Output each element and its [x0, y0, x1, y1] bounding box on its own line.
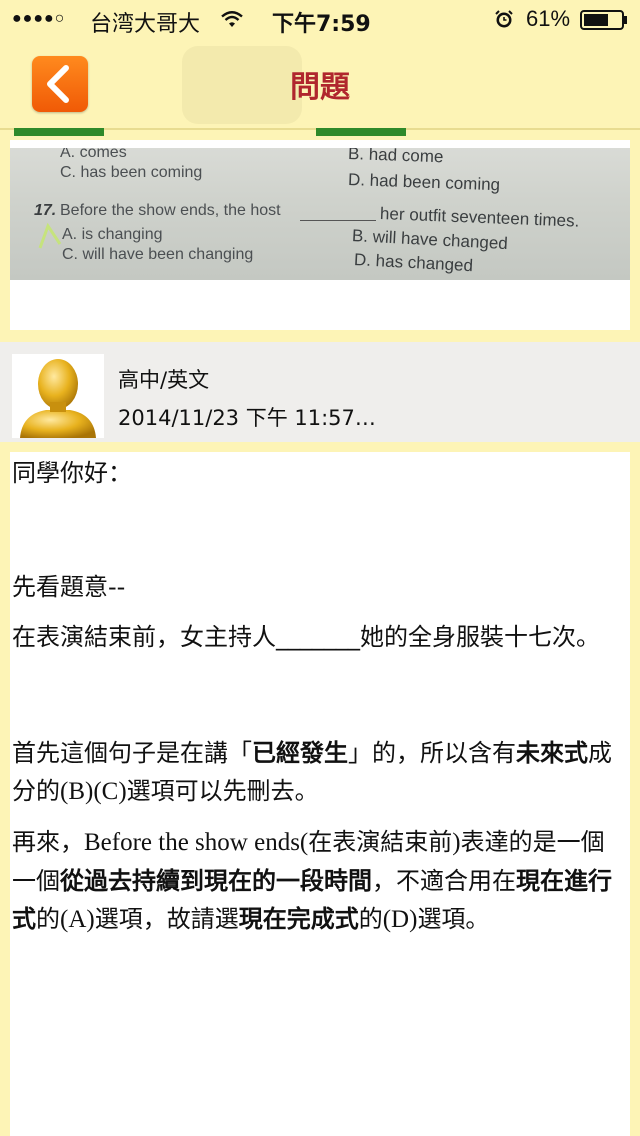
- wifi-icon: [221, 11, 243, 27]
- author-row: 高中/英文 2014/11/23 下午 11:57…: [0, 342, 640, 442]
- text-segment: 」的，所以含有: [348, 739, 516, 767]
- tab-indicator-right[interactable]: [316, 128, 406, 136]
- text-segment: 的: [358, 905, 383, 933]
- text-segment: 選項。: [417, 905, 490, 933]
- avatar[interactable]: [12, 354, 104, 438]
- text-segment: 再來，: [12, 828, 84, 856]
- nav-bar: 問題: [0, 40, 640, 130]
- answer-intro: 先看題意--: [12, 573, 126, 601]
- text-segment: 的: [36, 905, 60, 933]
- answer-card: 同學你好： 先看題意-- 在表演結束前，女主持人_______她的全身服裝十七次…: [10, 452, 630, 1136]
- question-number: 17.: [34, 202, 57, 219]
- question-option: B. will have changed: [351, 226, 509, 254]
- answer-greeting: 同學你好：: [12, 459, 132, 487]
- text-segment: (B)(C): [60, 778, 127, 805]
- battery-percentage: 61%: [526, 6, 571, 31]
- carrier-name: 台湾大哥大: [90, 12, 201, 37]
- clock: 下午7:59: [272, 12, 371, 37]
- pencil-mark-icon: [38, 222, 62, 249]
- text-segment: 選項可以先刪去。: [126, 777, 319, 805]
- emphasis-text: 現在完成式: [238, 905, 359, 933]
- emphasis-text: 已經發生: [252, 739, 348, 767]
- page-title: 問題: [290, 70, 350, 105]
- question-photo[interactable]: A. comes C. has been coming 17. Before t…: [10, 148, 630, 280]
- user-silhouette-icon: [20, 359, 96, 438]
- battery-icon: [580, 10, 627, 30]
- question-stem-end: her outfit seventeen times.: [379, 204, 580, 231]
- text-segment: Before the show ends(: [84, 829, 309, 856]
- question-option: D. has changed: [353, 250, 474, 276]
- emphasis-text: 未來式: [516, 739, 588, 767]
- emphasis-text: 從過去持續到現在的一段時間: [60, 867, 372, 895]
- alarm-clock-icon: [495, 10, 513, 28]
- signal-strength: ●●●●○: [12, 10, 66, 27]
- text-segment: 在表演結束前: [308, 828, 453, 856]
- answer-body: 同學你好： 先看題意-- 在表演結束前，女主持人_______她的全身服裝十七次…: [12, 454, 628, 939]
- text-segment: 首先這個句子是在講「: [12, 739, 252, 767]
- question-option: C. has been coming: [60, 164, 203, 181]
- text-segment: ，不適合用在: [372, 867, 516, 895]
- question-option: B. had come: [347, 148, 444, 167]
- question-blank: [300, 220, 376, 221]
- status-bar: ●●●●○ 台湾大哥大 下午7:59 61%: [0, 0, 640, 40]
- text-segment: (A): [60, 906, 95, 933]
- question-option: A. comes: [60, 148, 127, 161]
- author-subject: 高中/英文: [118, 368, 210, 392]
- text-segment: (D): [382, 906, 418, 933]
- tab-indicator-left[interactable]: [14, 128, 104, 136]
- answer-paragraph-1: 首先這個句子是在講「已經發生」的，所以含有未來式成分的(B)(C)選項可以先刪去…: [12, 734, 628, 811]
- text-segment: 選項，故請選: [94, 905, 239, 933]
- text-segment: ): [452, 829, 461, 856]
- answer-translation: 在表演結束前，女主持人_______她的全身服裝十七次。: [12, 623, 600, 651]
- question-option: A. is changing: [62, 226, 163, 243]
- post-date: 2014/11/23 下午 11:57…: [118, 406, 376, 430]
- question-card: A. comes C. has been coming 17. Before t…: [10, 140, 630, 330]
- question-option: D. had been coming: [347, 170, 501, 195]
- question-stem: Before the show ends, the host: [60, 202, 281, 219]
- answer-paragraph-2: 再來，Before the show ends(在表演結束前)表達的是一個一個從…: [12, 823, 628, 939]
- question-option: C. will have been changing: [62, 246, 254, 263]
